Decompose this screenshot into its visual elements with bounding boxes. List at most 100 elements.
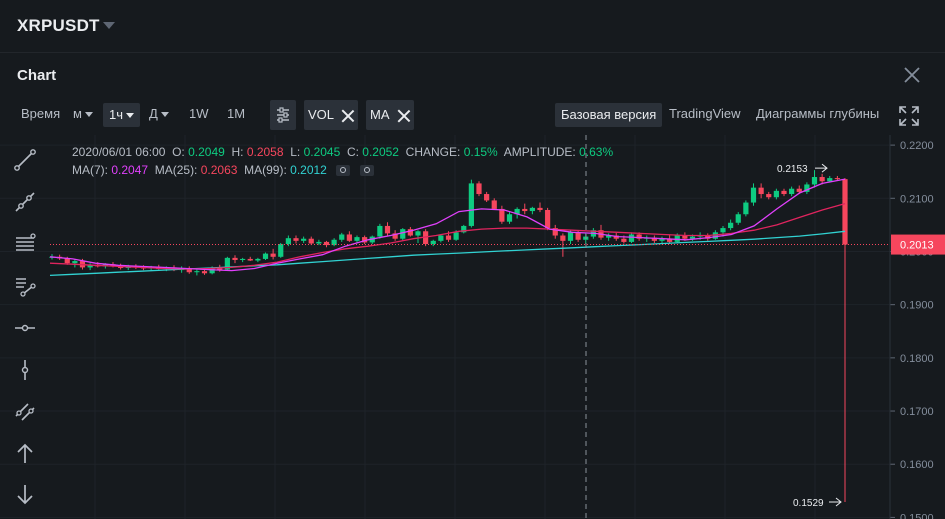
min-arrow: [829, 497, 842, 507]
candle-body: [240, 258, 246, 260]
chevron-down-icon: [126, 113, 135, 119]
candle-body: [377, 225, 383, 237]
candle-body: [270, 253, 276, 257]
change-label: CHANGE:: [405, 145, 461, 159]
trend-line-icon[interactable]: [13, 148, 37, 172]
candle-body: [430, 240, 436, 245]
horizontal-lines-icon[interactable]: [13, 232, 37, 256]
candle-body: [285, 238, 291, 245]
candle-body: [346, 234, 352, 241]
candle-body: [232, 257, 238, 260]
view-tradingview-tab[interactable]: TradingView: [669, 106, 741, 121]
candle-body: [796, 188, 802, 192]
top-bar: XRPUSDT: [0, 0, 945, 53]
horizontal-ray-icon[interactable]: [13, 316, 37, 340]
y-tick-label: 0.1900: [900, 300, 934, 312]
current-price-label: 0.2013: [900, 240, 934, 252]
candle-body: [316, 241, 322, 244]
close-icon[interactable]: [902, 65, 922, 85]
low-label: L:: [290, 145, 301, 159]
candle-body: [339, 234, 345, 240]
view-depth-tab[interactable]: Диаграммы глубины: [756, 106, 879, 121]
hour-label: 1ч: [109, 107, 124, 122]
symbol-title[interactable]: XRPUSDT: [17, 16, 100, 36]
ma99-label: MA(99):: [244, 163, 287, 177]
min-price-label: 0.1529: [793, 498, 824, 509]
ma99-value: 0.2012: [290, 163, 327, 177]
candle-body: [758, 187, 764, 195]
open-value: 0.2049: [188, 145, 225, 159]
max-price-label: 0.2153: [777, 164, 808, 175]
candle-body: [575, 232, 581, 240]
candle-body: [819, 177, 825, 182]
candle-body: [789, 188, 795, 195]
close-label: C:: [346, 145, 359, 159]
candle-body: [827, 178, 833, 182]
ma-info: MA(7): 0.2047 MA(25): 0.2063 MA(99): 0.2…: [72, 163, 374, 177]
indicator-settings-button[interactable]: [270, 100, 296, 130]
ma25-label: MA(25):: [154, 163, 198, 177]
candle-body: [255, 258, 261, 261]
change-value: 0.15%: [463, 145, 498, 159]
symbol-dropdown-icon[interactable]: [103, 22, 115, 29]
ma25-value: 0.2063: [200, 163, 238, 177]
low-value: 0.2045: [303, 145, 341, 159]
y-tick-label: 0.1700: [900, 406, 934, 418]
candle-body: [537, 207, 543, 210]
interval-minutes-dropdown[interactable]: м: [73, 106, 93, 121]
amplitude-value: 0.63%: [579, 145, 614, 159]
candle-body: [811, 177, 818, 185]
ma7-line: [49, 178, 846, 272]
eye-icon[interactable]: [336, 165, 351, 177]
arrow-down-icon[interactable]: [13, 482, 37, 506]
ma7-value: 0.2047: [111, 163, 149, 177]
chevron-down-icon: [84, 112, 93, 118]
high-label: H:: [231, 145, 244, 159]
interval-day-dropdown[interactable]: Д: [149, 106, 169, 121]
candle-body: [545, 209, 551, 229]
candle-body: [621, 238, 627, 242]
view-basic-tab[interactable]: Базовая версия: [555, 103, 663, 127]
candle-body: [468, 183, 474, 226]
candle-body: [453, 232, 459, 240]
candle-body: [628, 234, 635, 242]
fullscreen-icon[interactable]: [898, 105, 920, 127]
candle-body: [842, 179, 848, 245]
candle-body: [354, 237, 360, 241]
interval-week-button[interactable]: 1W: [189, 106, 209, 121]
arrow-up-icon[interactable]: [13, 442, 37, 466]
candle-body: [301, 238, 307, 241]
indicator-vol-chip[interactable]: VOL: [304, 100, 359, 130]
candle-body: [476, 183, 482, 195]
remove-ma-icon[interactable]: [398, 110, 410, 122]
interval-month-button[interactable]: 1M: [227, 106, 245, 121]
candle-body: [529, 207, 535, 212]
candle-body: [743, 202, 749, 215]
chart-toolbar: Время м 1ч Д 1W 1M VOL MA Базовая версия…: [0, 97, 945, 135]
drawing-toolbar: [0, 140, 50, 519]
candle-body: [735, 214, 741, 223]
candle-body: [384, 225, 391, 234]
candle-body: [766, 194, 772, 198]
candle-body: [308, 238, 314, 244]
high-value: 0.2058: [246, 145, 284, 159]
vertical-line-icon[interactable]: [13, 358, 37, 382]
candle-body: [560, 235, 566, 241]
y-tick-label: 0.1500: [900, 512, 934, 519]
fib-tool-icon[interactable]: [13, 274, 37, 298]
remove-vol-icon[interactable]: [342, 110, 354, 122]
minutes-label: м: [73, 106, 82, 121]
indicator-ma-chip[interactable]: MA: [366, 100, 414, 130]
interval-hour-dropdown[interactable]: 1ч: [103, 103, 141, 127]
settings-icon[interactable]: [359, 165, 374, 177]
candle-body: [506, 214, 513, 222]
candle-body: [491, 200, 497, 209]
price-chart[interactable]: 0.22000.21000.20000.19000.18000.17000.16…: [0, 135, 945, 519]
ray-line-icon[interactable]: [13, 190, 37, 214]
candle-body: [750, 187, 757, 203]
candle-body: [415, 231, 421, 236]
candle-body: [72, 261, 78, 264]
parallel-channel-icon[interactable]: [13, 400, 37, 424]
open-label: O:: [172, 145, 185, 159]
candle-body: [438, 235, 444, 241]
